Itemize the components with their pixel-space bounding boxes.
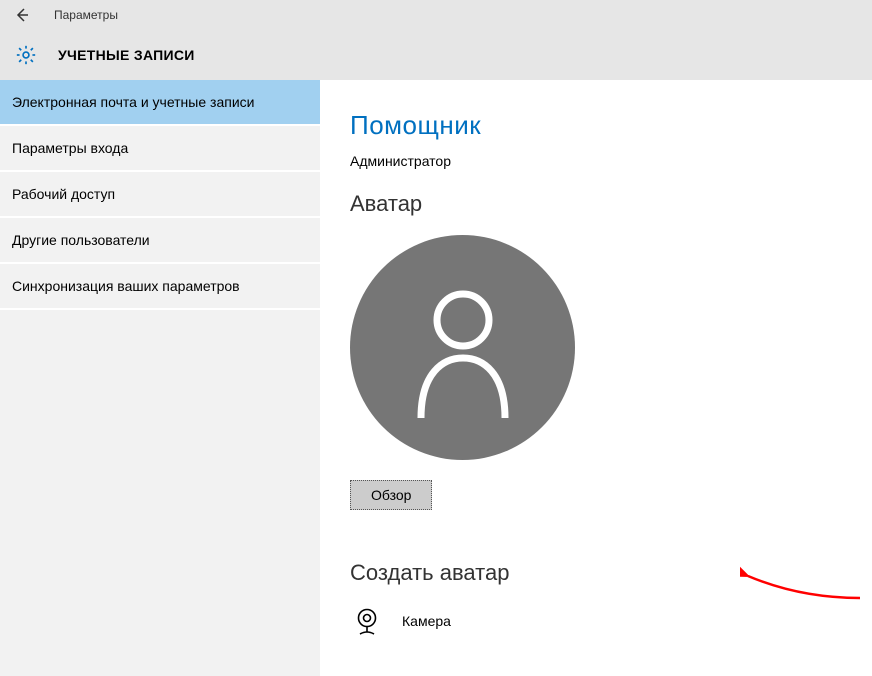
window-title: Параметры [54,8,118,22]
page-title: УЧЕТНЫЕ ЗАПИСИ [58,47,195,63]
sidebar-item-label: Рабочий доступ [12,186,115,202]
camera-label: Камера [402,613,451,629]
create-avatar-section-title: Создать аватар [350,560,842,586]
header: УЧЕТНЫЕ ЗАПИСИ [0,30,872,80]
sidebar: Электронная почта и учетные записи Парам… [0,80,320,676]
back-button[interactable] [10,7,34,23]
camera-option[interactable]: Камера [350,606,842,636]
sidebar-item-sync-settings[interactable]: Синхронизация ваших параметров [0,264,320,310]
sidebar-item-label: Электронная почта и учетные записи [12,94,254,110]
account-username: Помощник [350,110,842,141]
main-panel: Помощник Администратор Аватар Обзор Созд… [320,80,872,676]
gear-icon [14,43,38,67]
avatar-container [350,235,842,460]
sidebar-item-signin-options[interactable]: Параметры входа [0,126,320,172]
sidebar-item-label: Параметры входа [12,140,128,156]
arrow-left-icon [14,7,30,23]
avatar-section-title: Аватар [350,191,842,217]
browse-button[interactable]: Обзор [350,480,432,510]
account-role: Администратор [350,153,842,169]
browse-button-label: Обзор [371,487,411,503]
sidebar-item-work-access[interactable]: Рабочий доступ [0,172,320,218]
titlebar: Параметры [0,0,872,30]
avatar [350,235,575,460]
camera-icon [350,606,384,636]
sidebar-item-email-accounts[interactable]: Электронная почта и учетные записи [0,80,320,126]
sidebar-item-other-users[interactable]: Другие пользователи [0,218,320,264]
person-icon [403,278,523,418]
sidebar-item-label: Другие пользователи [12,232,150,248]
sidebar-item-label: Синхронизация ваших параметров [12,278,240,294]
